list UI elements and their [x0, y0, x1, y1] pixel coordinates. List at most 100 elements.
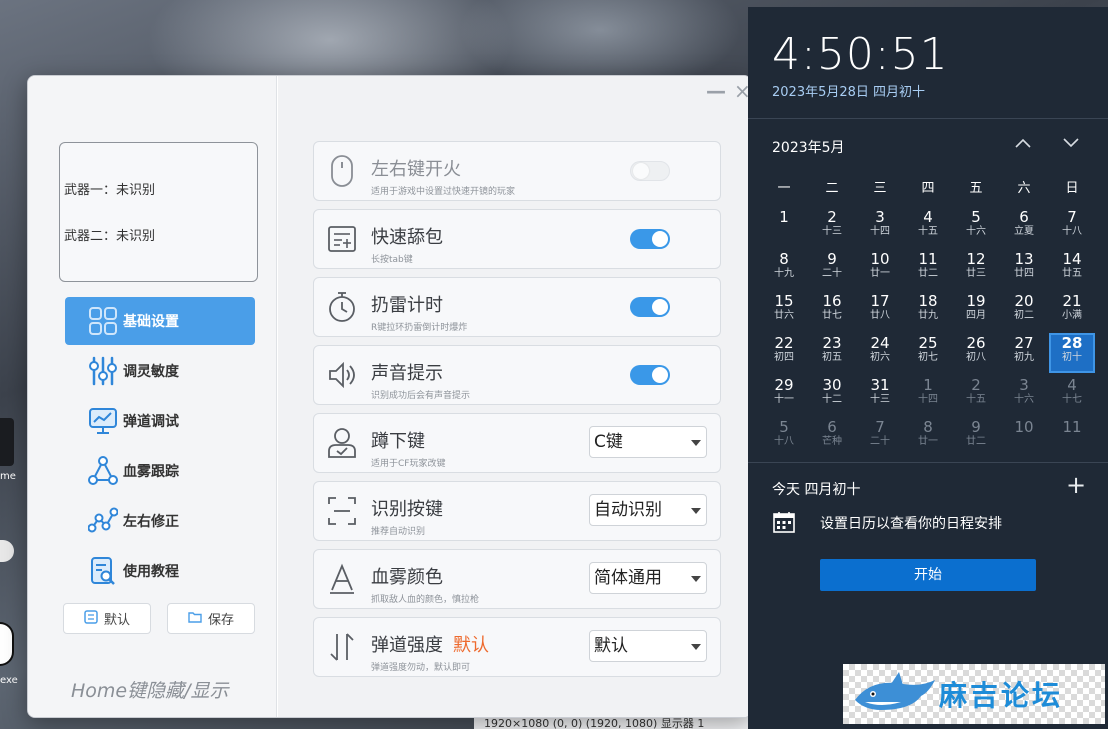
calendar-day[interactable]: 15 廿六 — [761, 291, 807, 331]
save-button[interactable]: 保存 — [167, 603, 255, 634]
crouch-key-select[interactable]: C键 — [589, 426, 707, 458]
setting-card: 声音提示 识别成功后会有声音提示 — [313, 345, 721, 405]
nav-tutorial[interactable]: 使用教程 — [65, 547, 255, 595]
setting-title: 声音提示 — [371, 363, 443, 384]
calendar-day[interactable]: 22 初四 — [761, 333, 807, 373]
calendar-day[interactable]: 1 — [761, 207, 807, 247]
nav-basic-settings[interactable]: 基础设置 — [65, 297, 255, 345]
calendar-day[interactable]: 7 二十 — [857, 417, 903, 457]
lunar-date: 十四 — [870, 226, 890, 237]
default-button[interactable]: 默认 — [63, 603, 151, 634]
nav-left-right-correction[interactable]: 左右修正 — [65, 497, 255, 545]
calendar-day[interactable]: 23 初五 — [809, 333, 855, 373]
calendar-day[interactable]: 26 初八 — [953, 333, 999, 373]
calendar-day[interactable]: 3 十四 — [857, 207, 903, 247]
day-number: 25 — [918, 334, 938, 352]
lunar-date: 廿二 — [918, 268, 938, 279]
calendar-day[interactable]: 4 十五 — [905, 207, 951, 247]
day-number: 1 — [923, 376, 933, 394]
nav-sensitivity[interactable]: 调灵敏度 — [65, 347, 255, 395]
chevron-up-icon[interactable] — [1014, 134, 1032, 153]
toggle-switch[interactable] — [630, 365, 670, 385]
lunar-date: 廿二 — [966, 436, 986, 447]
day-number: 22 — [774, 334, 794, 352]
detect-key-select[interactable]: 自动识别 — [589, 494, 707, 526]
lunar-date: 十五 — [918, 226, 938, 237]
day-number: 26 — [966, 334, 986, 352]
day-number: 3 — [875, 208, 885, 226]
calendar-day[interactable]: 29 十一 — [761, 375, 807, 415]
calendar-day[interactable]: 9 二十 — [809, 249, 855, 289]
desktop-app-icon[interactable] — [0, 418, 14, 466]
setting-title: 弹道强度 默认 — [371, 631, 489, 657]
minimize-button[interactable]: — — [706, 81, 726, 101]
toggle-switch[interactable] — [630, 161, 670, 181]
calendar-day[interactable]: 8 廿一 — [905, 417, 951, 457]
calendar-day[interactable]: 10 — [1001, 417, 1047, 457]
grid-settings-icon — [87, 305, 119, 337]
calendar-day-today[interactable]: 28 初十 — [1049, 333, 1095, 373]
calendar-day[interactable]: 19 四月 — [953, 291, 999, 331]
add-event-icon[interactable]: + — [1066, 473, 1086, 497]
day-number: 18 — [918, 292, 938, 310]
calendar-day[interactable]: 20 初二 — [1001, 291, 1047, 331]
calendar-day[interactable]: 12 廿三 — [953, 249, 999, 289]
calendar-day[interactable]: 16 廿七 — [809, 291, 855, 331]
nav-label: 左右修正 — [123, 514, 179, 530]
lunar-date: 十四 — [918, 394, 938, 405]
calendar-day[interactable]: 18 廿九 — [905, 291, 951, 331]
calendar-day[interactable]: 17 廿八 — [857, 291, 903, 331]
lunar-date: 四月 — [966, 310, 986, 321]
calendar-day[interactable]: 7 十八 — [1049, 207, 1095, 247]
calendar-day[interactable]: 2 十三 — [809, 207, 855, 247]
calendar-day[interactable]: 10 廿一 — [857, 249, 903, 289]
nav-blood-tracking[interactable]: 血雾跟踪 — [65, 447, 255, 495]
day-number: 5 — [971, 208, 981, 226]
setting-subtitle: 长按tab键 — [371, 255, 413, 265]
calendar-day[interactable]: 21 小满 — [1049, 291, 1095, 331]
clock-date[interactable]: 2023年5月28日 四月初十 — [772, 81, 925, 100]
calendar-day[interactable]: 30 十二 — [809, 375, 855, 415]
lunar-date: 十九 — [774, 268, 794, 279]
select-value: 自动识别 — [594, 500, 662, 520]
calendar-day[interactable]: 3 十六 — [1001, 375, 1047, 415]
toggle-switch[interactable] — [630, 229, 670, 249]
calendar-day[interactable]: 31 十三 — [857, 375, 903, 415]
calendar-day[interactable]: 4 十七 — [1049, 375, 1095, 415]
calendar-day[interactable]: 25 初七 — [905, 333, 951, 373]
day-number: 27 — [1014, 334, 1034, 352]
lunar-date: 初二 — [1014, 310, 1034, 321]
weekday-label: 二 — [825, 181, 839, 196]
calendar-day[interactable]: 9 廿二 — [953, 417, 999, 457]
calendar-day[interactable]: 5 十六 — [953, 207, 999, 247]
calendar-day[interactable]: 2 十五 — [953, 375, 999, 415]
chevron-down-icon[interactable] — [1062, 134, 1080, 153]
lunar-date: 十八 — [774, 436, 794, 447]
lunar-date: 廿八 — [870, 310, 890, 321]
calendar-day[interactable]: 24 初六 — [857, 333, 903, 373]
blood-color-select[interactable]: 简体通用 — [589, 562, 707, 594]
calendar-day[interactable]: 6 立夏 — [1001, 207, 1047, 247]
month-label[interactable]: 2023年5月 — [772, 137, 845, 157]
start-button[interactable]: 开始 — [820, 559, 1036, 591]
day-number: 7 — [1067, 208, 1077, 226]
calendar-day[interactable]: 8 十九 — [761, 249, 807, 289]
day-number: 31 — [870, 376, 890, 394]
calendar-day[interactable]: 27 初九 — [1001, 333, 1047, 373]
calendar-day[interactable]: 11 — [1049, 417, 1095, 457]
calendar-day[interactable]: 1 十四 — [905, 375, 951, 415]
nav-label: 使用教程 — [123, 564, 179, 580]
trajectory-strength-select[interactable]: 默认 — [589, 630, 707, 662]
calendar-day[interactable]: 13 廿四 — [1001, 249, 1047, 289]
toggle-switch[interactable] — [630, 297, 670, 317]
calendar-day[interactable]: 11 廿二 — [905, 249, 951, 289]
lunar-date: 二十 — [870, 436, 890, 447]
calendar-day[interactable]: 5 十八 — [761, 417, 807, 457]
lunar-date: 廿一 — [870, 268, 890, 279]
lunar-date: 十五 — [966, 394, 986, 405]
nav-trajectory-debug[interactable]: 弹道调试 — [65, 397, 255, 445]
calendar-day[interactable]: 14 廿五 — [1049, 249, 1095, 289]
day-number: 4 — [1067, 376, 1077, 394]
calendar-day[interactable]: 6 芒种 — [809, 417, 855, 457]
dropdown-arrow-icon — [691, 508, 701, 514]
